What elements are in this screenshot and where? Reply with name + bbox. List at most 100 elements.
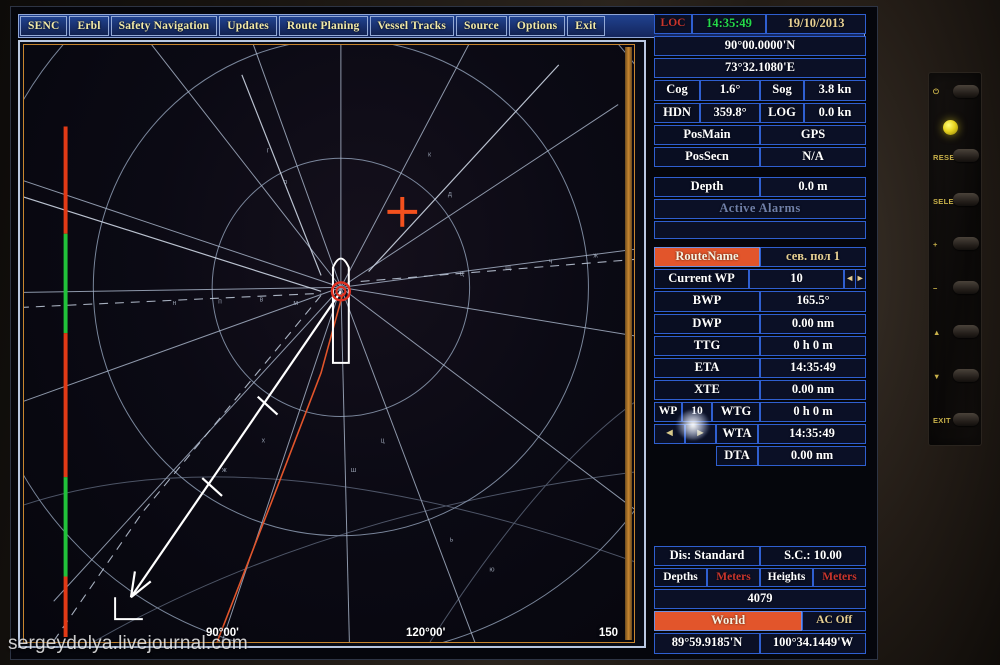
power-button[interactable]: [953, 85, 979, 98]
cog-value: 1.6°: [700, 80, 760, 100]
status-row: LOC 14:35:49 19/10/2013: [654, 14, 866, 34]
polar-chart-graphics: нп вм цщ чж го кд жх шц ью: [24, 45, 634, 642]
svg-text:щ: щ: [505, 264, 511, 271]
wta-label: WTA: [716, 424, 758, 444]
chart-canvas[interactable]: нп вм цщ чж го кд жх шц ью 90°00' 120°00…: [23, 44, 635, 643]
panel-spacer-2: [654, 239, 866, 247]
dta-value: 0.00 nm: [758, 446, 866, 466]
latitude-row: 90°00.0000'N: [654, 36, 866, 56]
longitude-row: 73°32.1080'E: [654, 58, 866, 78]
svg-text:х: х: [262, 437, 266, 444]
display-mode-label[interactable]: Dis: Standard: [654, 546, 760, 566]
heights-unit-value[interactable]: Meters: [813, 568, 866, 587]
ac-status-badge[interactable]: AC Off: [802, 611, 866, 631]
svg-text:ю: ю: [489, 566, 494, 573]
navigation-data-panel: LOC 14:35:49 19/10/2013 90°00.0000'N 73°…: [654, 14, 866, 468]
cursor-latitude: 89°59.9185'N: [654, 633, 760, 653]
dwp-value: 0.00 nm: [760, 314, 866, 334]
menu-item-senc[interactable]: SENC: [20, 16, 67, 36]
plus-icon: +: [933, 240, 938, 249]
menu-item-route-planing[interactable]: Route Planing: [279, 16, 368, 36]
menu-item-exit[interactable]: Exit: [567, 16, 604, 36]
exit-button[interactable]: [953, 413, 979, 426]
svg-text:ц: ц: [380, 437, 384, 444]
route-name-label: RouteName: [654, 247, 760, 267]
dwp-label: DWP: [654, 314, 760, 334]
clock-display: 14:35:49: [692, 14, 766, 34]
chart-range-label: 150: [599, 627, 618, 639]
eta-value: 14:35:49: [760, 358, 866, 378]
svg-text:ж: ж: [222, 467, 227, 474]
heights-label: Heights: [760, 568, 813, 587]
chart-name-value[interactable]: World: [654, 611, 802, 631]
menu-item-options[interactable]: Options: [509, 16, 565, 36]
dta-label: DTA: [716, 446, 758, 466]
hdn-log-row: HDN 359.8° LOG 0.0 kn: [654, 103, 866, 123]
safety-contour-label[interactable]: S.C.: 10.00: [760, 546, 866, 566]
svg-text:в: в: [260, 296, 264, 303]
ttg-value: 0 h 0 m: [760, 336, 866, 356]
select-button[interactable]: [953, 193, 979, 206]
down-arrow-icon: ▼: [933, 372, 941, 381]
wp-next-button[interactable]: ►: [685, 424, 716, 444]
active-alarms-title: Active Alarms: [654, 199, 866, 219]
bwp-value: 165.5°: [760, 291, 866, 311]
wp-spinner-next-icon[interactable]: ►: [856, 270, 866, 288]
xte-value: 0.00 nm: [760, 380, 866, 400]
menu-item-source[interactable]: Source: [456, 16, 507, 36]
svg-text:ш: ш: [351, 467, 357, 474]
loc-indicator: LOC: [654, 14, 692, 34]
exit-button-label: EXIT: [933, 416, 951, 425]
cursor-crosshair: [387, 197, 417, 227]
chart-vertical-scrollbar[interactable]: [625, 47, 632, 640]
sog-value: 3.8 kn: [804, 80, 866, 100]
wp-spinner-prev-icon[interactable]: ◄: [845, 270, 856, 288]
screenshot-root: SENC Erbl Safety Navigation Updates Rout…: [0, 0, 1000, 665]
svg-text:ь: ь: [450, 537, 454, 544]
up-button[interactable]: [953, 325, 979, 338]
chart-number-value: 4079: [654, 589, 866, 609]
posmain-label: PosMain: [654, 125, 760, 145]
current-wp-spinner[interactable]: ◄ ►: [844, 269, 866, 289]
current-wp-value[interactable]: 10: [749, 269, 844, 289]
posmain-value: GPS: [760, 125, 866, 145]
course-vector: [115, 291, 341, 619]
wp-number[interactable]: 10: [682, 402, 712, 422]
sog-label: Sog: [760, 80, 804, 100]
wta-value: 14:35:49: [758, 424, 866, 444]
active-alarms-row[interactable]: Active Alarms: [654, 199, 866, 219]
log-value: 0.0 kn: [804, 103, 866, 123]
date-display: 19/10/2013: [766, 14, 866, 34]
hdn-value: 359.8°: [700, 103, 760, 123]
eta-row: ETA 14:35:49: [654, 358, 866, 378]
minus-icon: −: [933, 284, 938, 293]
current-wp-row[interactable]: Current WP 10 ◄ ►: [654, 269, 866, 289]
down-button[interactable]: [953, 369, 979, 382]
svg-text:ц: ц: [460, 270, 464, 277]
xte-row: XTE 0.00 nm: [654, 380, 866, 400]
depths-unit-value[interactable]: Meters: [707, 568, 760, 587]
route-name-row[interactable]: RouteName сев. пол 1: [654, 247, 866, 267]
wp-label: WP: [654, 402, 682, 422]
wp-prev-button[interactable]: ◄: [654, 424, 685, 444]
units-row[interactable]: Depths Meters Heights Meters: [654, 568, 866, 587]
chart-area[interactable]: нп вм цщ чж го кд жх шц ью 90°00' 120°00…: [18, 40, 646, 648]
menu-item-erbl[interactable]: Erbl: [69, 16, 108, 36]
ttg-row: TTG 0 h 0 m: [654, 336, 866, 356]
menu-item-updates[interactable]: Updates: [219, 16, 277, 36]
possecn-row: PosSecn N/A: [654, 147, 866, 167]
monitor-hardware-panel: ⏻ RESET SELECT + − ▲ ▼ EXIT: [928, 72, 982, 446]
wtg-row: WP 10 WTG 0 h 0 m: [654, 402, 866, 422]
menu-item-safety-navigation[interactable]: Safety Navigation: [111, 16, 218, 36]
reset-button[interactable]: [953, 149, 979, 162]
display-settings-row[interactable]: Dis: Standard S.C.: 10.00: [654, 546, 866, 566]
wtg-value: 0 h 0 m: [760, 402, 866, 422]
panel-spacer-1: [654, 169, 866, 177]
cursor-position-row: 89°59.9185'N 100°34.1449'W: [654, 633, 866, 653]
svg-text:г: г: [267, 147, 270, 154]
increase-button[interactable]: [953, 237, 979, 250]
menu-item-vessel-tracks[interactable]: Vessel Tracks: [370, 16, 455, 36]
chart-name-row[interactable]: World AC Off: [654, 611, 866, 631]
decrease-button[interactable]: [953, 281, 979, 294]
posmain-row: PosMain GPS: [654, 125, 866, 145]
